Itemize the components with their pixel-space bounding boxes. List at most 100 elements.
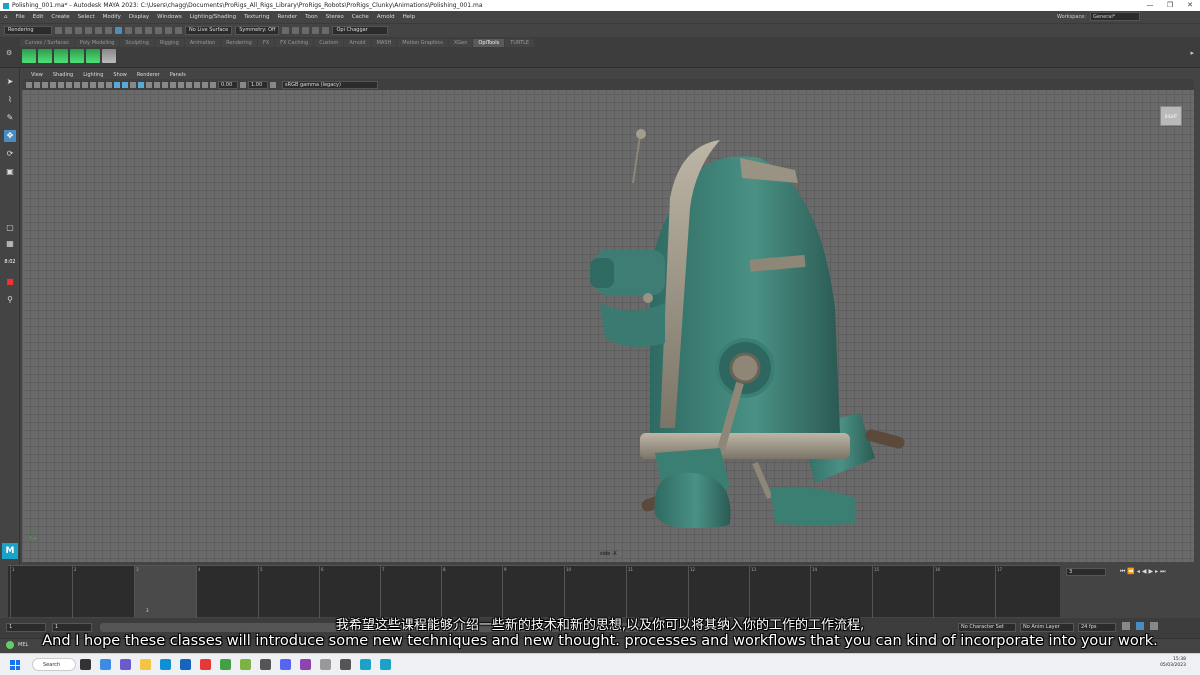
open-scene-icon[interactable] [65,27,72,34]
discord-icon[interactable] [280,659,291,670]
resolution-gate-icon[interactable] [74,81,80,88]
gamma-field[interactable]: 1.00 [248,80,268,89]
lasso-tool-icon[interactable]: ⌇ [4,94,16,106]
menu-toon[interactable]: Toon [301,14,322,20]
shelf-tab-arnold[interactable]: Arnold [344,39,371,47]
safe-action-icon[interactable] [98,81,104,88]
snap-curve-icon[interactable] [145,27,152,34]
scale-tool-icon[interactable]: ▣ [4,166,16,178]
single-pane-layout-icon[interactable]: ▢ [4,222,16,234]
hypershade-icon[interactable] [312,27,320,34]
shelf-tool-icon[interactable] [22,49,36,63]
shelf-tool-icon[interactable] [70,49,84,63]
shelf-tool-icon[interactable] [38,49,52,63]
ipr-render-icon[interactable] [292,27,300,34]
move-tool-icon[interactable]: ✥ [4,130,16,142]
image-plane-icon[interactable] [50,81,56,88]
lights-icon[interactable] [146,81,152,88]
home-icon[interactable]: ⌂ [0,14,12,20]
menu-select[interactable]: Select [74,14,99,20]
rotate-tool-icon[interactable]: ⟳ [4,148,16,160]
viewport-menu-lighting[interactable]: Lighting [78,72,108,78]
menu-help[interactable]: Help [399,14,420,20]
viewport-menu-show[interactable]: Show [108,72,132,78]
default-material-icon[interactable] [130,81,136,88]
camera-select-icon[interactable] [26,81,32,88]
isolate-select-icon[interactable] [186,81,192,88]
taskbar-clock[interactable]: 15:38 05/03/2023 [1160,657,1186,669]
app-icon[interactable] [260,659,271,670]
app-icon[interactable] [240,659,251,670]
menu-lighting-shading[interactable]: Lighting/Shading [186,14,240,20]
viewport-menu-renderer[interactable]: Renderer [132,72,165,78]
shelf-tool-icon[interactable] [54,49,68,63]
field-chart-icon[interactable] [90,81,96,88]
select-component-icon[interactable] [125,27,132,34]
shadows-icon[interactable] [154,81,160,88]
snap-grid-icon[interactable] [135,27,142,34]
menu-file[interactable]: File [12,14,29,20]
windows-start-icon[interactable] [10,660,20,670]
shelf-tool-icon[interactable] [102,49,116,63]
paint-select-icon[interactable]: ✎ [4,112,16,124]
save-scene-icon[interactable] [75,27,82,34]
record-icon[interactable]: ■ [4,276,16,288]
shelf-tab-fx[interactable]: FX [257,39,275,47]
shelf-tab-animation[interactable]: Animation [184,39,221,47]
chrome-icon[interactable] [200,659,211,670]
redo-icon[interactable] [95,27,102,34]
gamma-icon[interactable] [240,81,246,88]
zoom-icon[interactable]: ⚲ [4,294,16,306]
ambient-occlusion-icon[interactable] [162,81,168,88]
shelf-tab-rendering[interactable]: Rendering [221,39,257,47]
widgets-icon[interactable] [100,659,111,670]
render-settings-icon[interactable] [302,27,310,34]
camera-attributes-icon[interactable] [34,81,40,88]
snap-surface-icon[interactable] [175,27,182,34]
select-tool-icon[interactable]: ➤ [4,76,16,88]
user-account-dropdown[interactable]: Opi Chaggar [332,26,389,35]
go-to-end-icon[interactable]: ⏭ [1160,568,1165,576]
textured-icon[interactable] [138,81,144,88]
shelf-tab-motion-graphics[interactable]: Motion Graphics [397,39,448,47]
undo-icon[interactable] [85,27,92,34]
maya-taskbar-icon[interactable] [360,659,371,670]
new-scene-icon[interactable] [55,27,62,34]
taskbar-search-field[interactable]: Search [32,658,76,671]
app-icon[interactable] [340,659,351,670]
viewport-menu-view[interactable]: View [26,72,48,78]
exposure-field[interactable]: 0.00 [218,80,238,89]
wireframe-icon[interactable] [114,81,120,88]
exposure-icon[interactable] [210,81,216,88]
workspace-dropdown[interactable]: General* [1090,12,1140,21]
live-surface-field[interactable]: No Live Surface [185,26,233,35]
menu-stereo[interactable]: Stereo [322,14,348,20]
maximize-icon[interactable]: ❐ [1160,0,1180,11]
shelf-tab-turtle[interactable]: TURTLE [505,39,535,47]
app-icon[interactable] [300,659,311,670]
xray-joints-icon[interactable] [202,81,208,88]
view-transform-dropdown[interactable]: sRGB gamma (legacy) [282,80,378,89]
robot-character[interactable] [570,128,910,528]
current-frame-field[interactable]: 3 [1066,568,1106,576]
shelf-tab-fx-caching[interactable]: FX Caching [275,39,314,47]
select-object-icon[interactable] [115,27,122,34]
menu-display[interactable]: Display [125,14,153,20]
color-management-icon[interactable] [270,81,276,88]
shelf-tool-icon[interactable] [86,49,100,63]
shelf-settings-icon[interactable]: ⚙ [6,49,12,57]
task-view-icon[interactable] [80,659,91,670]
symmetry-dropdown[interactable]: Symmetry: Off [235,26,280,35]
app-icon[interactable] [220,659,231,670]
bookmark-icon[interactable] [42,81,48,88]
shelf-tab-mash[interactable]: MASH [371,39,397,47]
maya-taskbar-icon[interactable] [380,659,391,670]
go-to-start-icon[interactable]: ⏮ [1120,568,1125,576]
shelf-tab-poly-modeling[interactable]: Poly Modeling [74,39,120,47]
grid-toggle-icon[interactable] [58,81,64,88]
motion-blur-icon[interactable] [170,81,176,88]
play-backward-icon[interactable]: ◀ [1142,568,1147,576]
select-hierarchy-icon[interactable] [105,27,112,34]
film-gate-icon[interactable] [66,81,72,88]
xray-icon[interactable] [194,81,200,88]
